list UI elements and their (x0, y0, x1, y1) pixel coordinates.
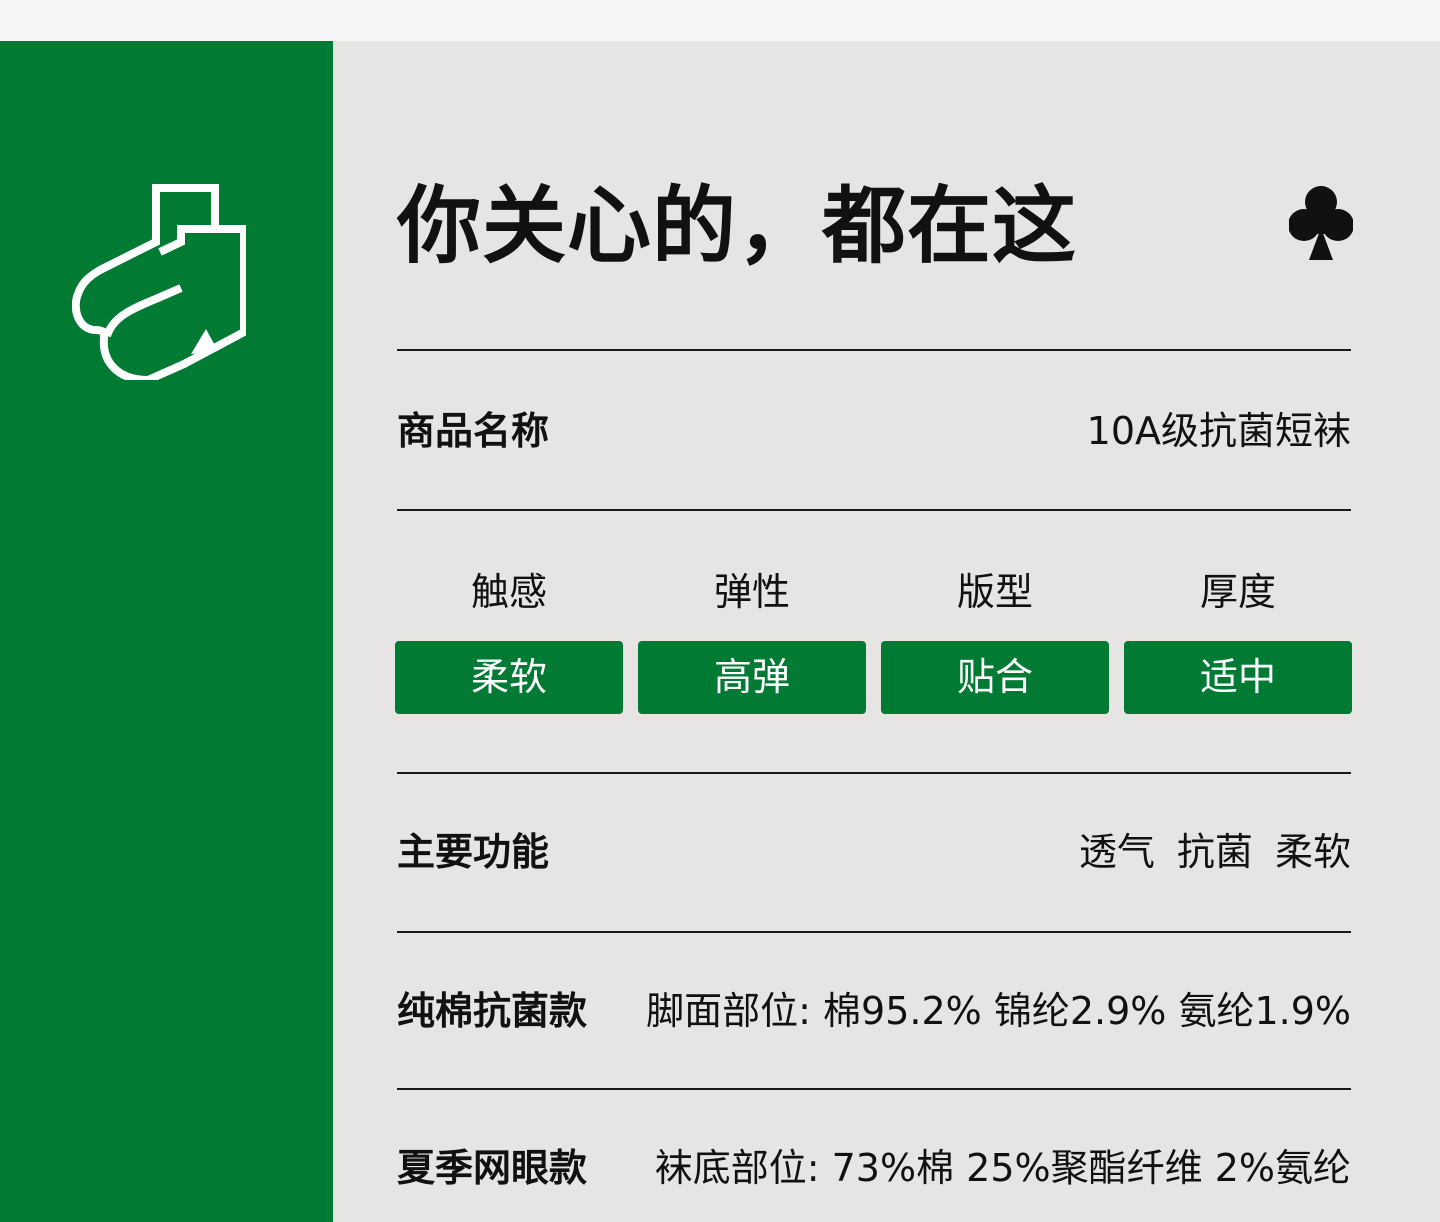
attribute-label: 厚度 (1199, 570, 1276, 614)
attribute-thickness: 厚度 适中 (1124, 561, 1352, 716)
product-name-label: 商品名称 (397, 409, 550, 453)
material-label: 夏季网眼款 (397, 1146, 588, 1190)
attribute-elasticity: 弹性 高弹 (638, 561, 866, 716)
page-title: 你关心的，都在这 (397, 177, 1078, 275)
divider (397, 1088, 1351, 1090)
attribute-value-pill: 高弹 (638, 641, 866, 714)
material-label: 纯棉抗菌款 (397, 989, 588, 1033)
attribute-grid: 触感 柔软 弹性 高弹 版型 贴合 厚度 适中 (395, 561, 1353, 716)
attribute-label: 弹性 (713, 570, 790, 614)
attribute-label: 版型 (956, 570, 1033, 614)
attribute-value-pill: 适中 (1124, 641, 1352, 714)
divider (397, 931, 1351, 933)
club-suit-icon (1289, 186, 1353, 260)
brand-sidebar (0, 41, 333, 1222)
attribute-value-pill: 贴合 (881, 641, 1109, 714)
divider (397, 349, 1351, 351)
sock-pair-icon (72, 184, 246, 380)
attribute-fit: 版型 贴合 (881, 561, 1109, 716)
divider (397, 772, 1351, 774)
features-label: 主要功能 (397, 830, 550, 874)
attribute-touch: 触感 柔软 (395, 561, 623, 716)
main-panel: 你关心的，都在这 商品名称 10A级抗菌短袜 触感 柔软 弹性 高弹 版型 贴合… (333, 41, 1440, 1222)
material-value: 脚面部位: 棉95.2% 锦纶2.9% 氨纶1.9% (646, 989, 1351, 1033)
attribute-value-pill: 柔软 (395, 641, 623, 714)
top-strip (0, 0, 1440, 41)
attribute-label: 触感 (470, 570, 547, 614)
product-name-value: 10A级抗菌短袜 (1086, 409, 1351, 453)
material-value: 袜底部位: 73%棉 25%聚酯纤维 2%氨纶 (654, 1146, 1351, 1190)
divider (397, 509, 1351, 511)
features-value: 透气 抗菌 柔软 (1078, 830, 1351, 874)
